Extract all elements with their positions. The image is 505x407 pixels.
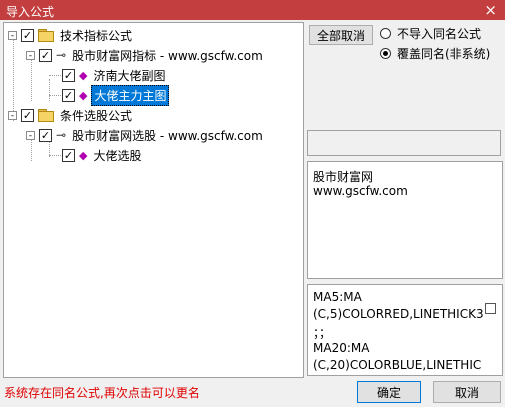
radio-no-import[interactable]: 不导入同名公式	[380, 25, 481, 42]
node-label[interactable]: 条件选股公式	[58, 106, 134, 125]
formula-diamond-icon: ◆	[79, 148, 88, 162]
tree-node-gscfw-selection[interactable]: - ✓ ⊸ 股市财富网选股 - www.gscfw.com	[26, 125, 265, 145]
window-title: 导入公式	[6, 5, 55, 19]
folder-icon	[38, 29, 54, 42]
formula-diamond-icon: ◆	[79, 68, 88, 82]
node-label[interactable]: 大佬主力主图	[91, 84, 170, 106]
formula-tree[interactable]: - ✓ 技术指标公式 - ✓ ⊸ 股市财富网指标 - www.gscfw.com…	[3, 22, 304, 378]
node-checkbox[interactable]: ✓	[39, 128, 52, 142]
formula-diamond-icon: ◆	[79, 88, 88, 102]
node-checkbox[interactable]: ✓	[62, 68, 75, 82]
node-label[interactable]: 济南大佬副图	[91, 66, 167, 85]
node-checkbox[interactable]: ✓	[21, 108, 34, 122]
collapse-icon[interactable]: -	[26, 50, 35, 60]
radio-overwrite[interactable]: 覆盖同名(非系统)	[380, 45, 490, 62]
folder-icon	[38, 109, 54, 122]
code-preview-panel: MA5:MA (C,5)COLORRED,LINETHICK3 ；； MA20:…	[307, 284, 503, 376]
radio-button[interactable]	[380, 48, 391, 59]
code-line: MA5:MA	[313, 290, 362, 304]
key-icon: ⊸	[56, 128, 67, 142]
node-checkbox[interactable]: ✓	[21, 28, 34, 42]
collapse-icon[interactable]: -	[8, 30, 17, 40]
code-line: (C,5)COLORRED,LINETHICK3	[313, 307, 484, 321]
name-field[interactable]	[307, 130, 501, 156]
radio-button[interactable]	[380, 28, 391, 39]
node-checkbox[interactable]: ✓	[39, 48, 52, 62]
node-label[interactable]: 大佬选股	[91, 146, 143, 165]
code-line: (C,20)COLORBLUE,LINETHIC	[313, 358, 482, 372]
collapse-icon[interactable]: -	[8, 110, 17, 120]
node-label[interactable]: 股市财富网指标 - www.gscfw.com	[70, 46, 265, 65]
status-message: 系统存在同名公式,再次点击可以更名	[4, 386, 200, 400]
ok-button[interactable]: 确定	[357, 381, 421, 403]
radio-label: 覆盖同名(非系统)	[397, 47, 491, 61]
tree-node-gscfw-indicators[interactable]: - ✓ ⊸ 股市财富网指标 - www.gscfw.com	[26, 45, 265, 65]
cancel-all-button[interactable]: 全部取消	[309, 25, 373, 45]
key-icon: ⊸	[56, 48, 67, 62]
preview-checkbox[interactable]	[485, 303, 496, 314]
close-icon[interactable]: ×	[484, 1, 497, 19]
cancel-button[interactable]: 取消	[433, 381, 501, 403]
tree-connector	[31, 59, 32, 101]
code-line: ；；	[313, 326, 332, 340]
collapse-icon[interactable]: -	[26, 130, 35, 140]
tree-node-formula[interactable]: ✓ ◆ 济南大佬副图	[62, 65, 167, 85]
tree-connector	[49, 79, 50, 101]
description-panel: 股市财富网 www.gscfw.com	[307, 161, 503, 279]
node-label[interactable]: 技术指标公式	[58, 26, 134, 45]
node-label[interactable]: 股市财富网选股 - www.gscfw.com	[70, 126, 265, 145]
tree-node-formula-selected[interactable]: ✓ ◆ 大佬主力主图	[62, 84, 170, 106]
description-line: 股市财富网	[313, 170, 374, 184]
tree-node-formula[interactable]: ✓ ◆ 大佬选股	[62, 145, 143, 165]
node-checkbox[interactable]: ✓	[62, 88, 75, 102]
description-line: www.gscfw.com	[313, 184, 408, 198]
tree-node-tech-indicators[interactable]: - ✓ 技术指标公式	[8, 25, 134, 45]
code-line: MA20:MA	[313, 341, 370, 355]
radio-label: 不导入同名公式	[397, 27, 482, 41]
title-bar: 导入公式 ×	[0, 0, 505, 20]
node-checkbox[interactable]: ✓	[62, 148, 75, 162]
tree-node-stock-selection[interactable]: - ✓ 条件选股公式	[8, 105, 134, 125]
